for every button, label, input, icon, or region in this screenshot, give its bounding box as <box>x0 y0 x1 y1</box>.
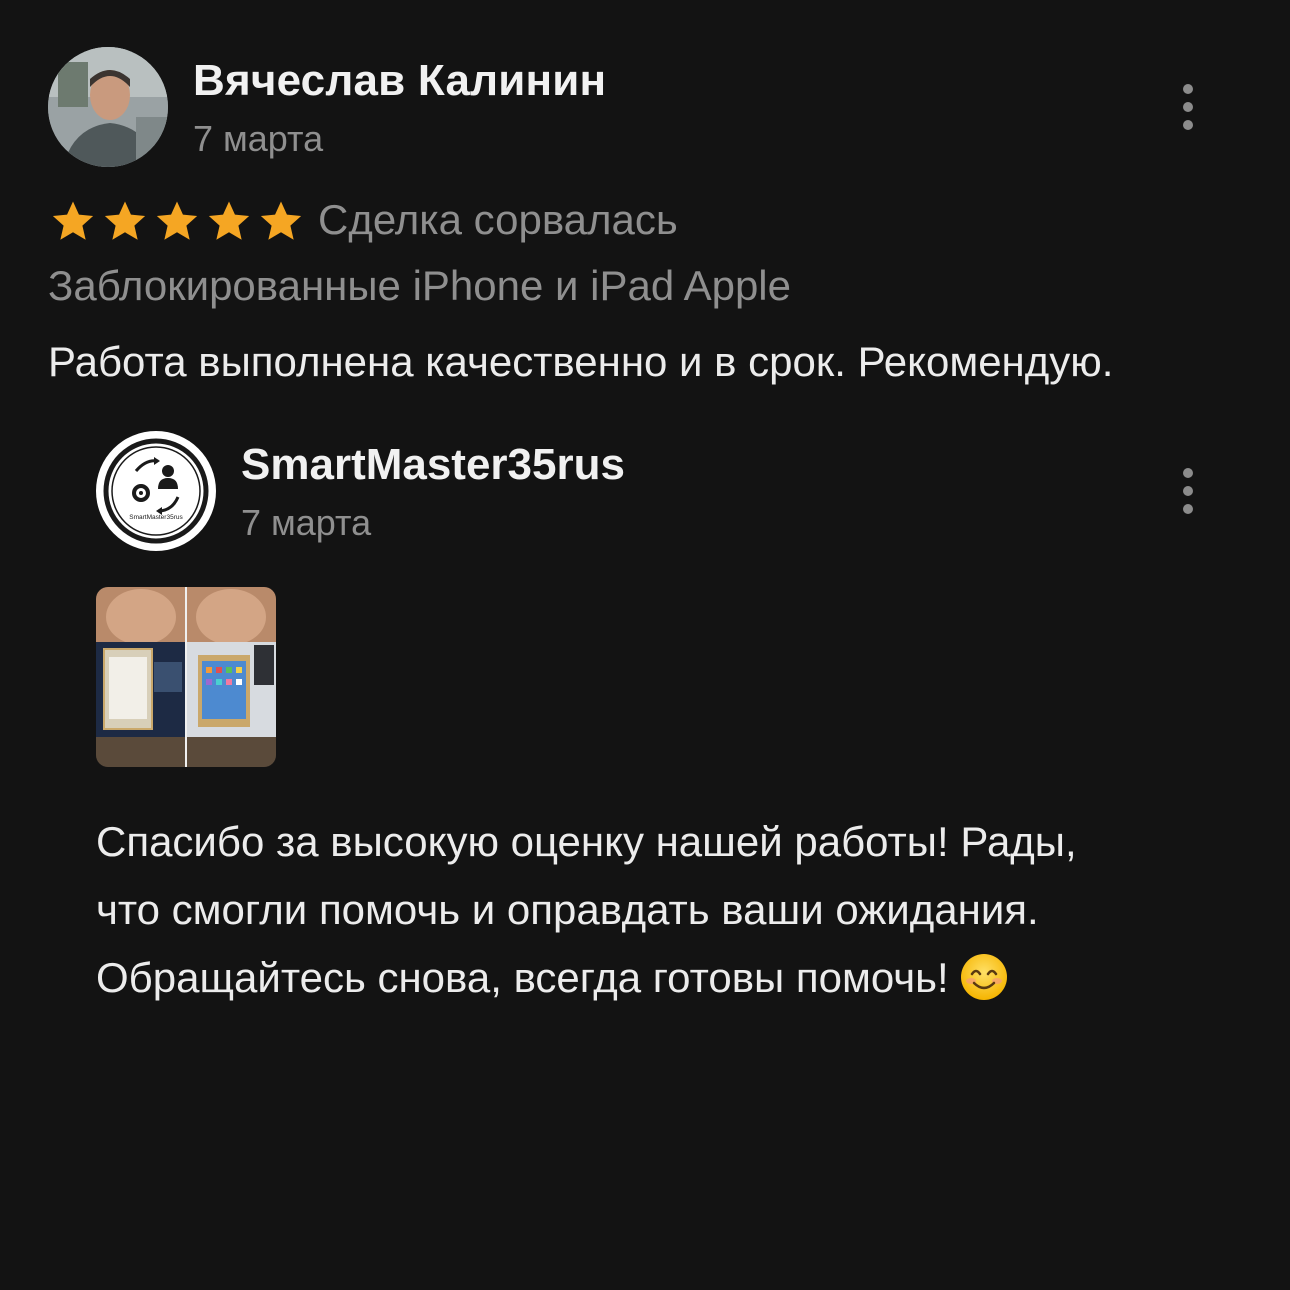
smiling-face-icon <box>960 954 1007 1000</box>
reply-text-line: Спасибо за высокую оценку нашей работы! … <box>96 818 1077 865</box>
review-date: 7 марта <box>193 118 324 159</box>
service-category: Заблокированные iPhone и iPad Apple <box>48 262 791 309</box>
reply-date: 7 марта <box>241 502 372 543</box>
star-icon <box>260 201 302 240</box>
star-icon <box>156 201 198 240</box>
star-icon <box>52 201 94 240</box>
rating-stars <box>50 198 304 244</box>
star-icon <box>208 201 250 240</box>
deal-status: Сделка сорвалась <box>318 196 678 243</box>
reply-text-line: что смогли помочь и оправдать ваши ожида… <box>96 886 1039 933</box>
vertical-dots-icon <box>1183 84 1193 94</box>
seller-avatar[interactable]: SmartMaster35rus <box>96 431 216 551</box>
reply-photo-thumbnail[interactable] <box>96 587 276 767</box>
reply-text-line: Обращайтесь снова, всегда готовы помочь! <box>96 954 949 1001</box>
review-text: Работа выполнена качественно и в срок. Р… <box>48 338 1114 385</box>
reply-more-button[interactable] <box>1168 461 1208 521</box>
review-more-button[interactable] <box>1168 77 1208 137</box>
star-icon <box>104 201 146 240</box>
vertical-dots-icon <box>1183 468 1193 478</box>
seller-name[interactable]: SmartMaster35rus <box>241 440 625 490</box>
reviewer-avatar[interactable] <box>48 47 168 167</box>
seller-logo-text: SmartMaster35rus <box>129 514 183 521</box>
reviewer-name[interactable]: Вячеслав Калинин <box>193 56 606 106</box>
reply-text: Спасибо за высокую оценку нашей работы! … <box>96 808 1236 1012</box>
